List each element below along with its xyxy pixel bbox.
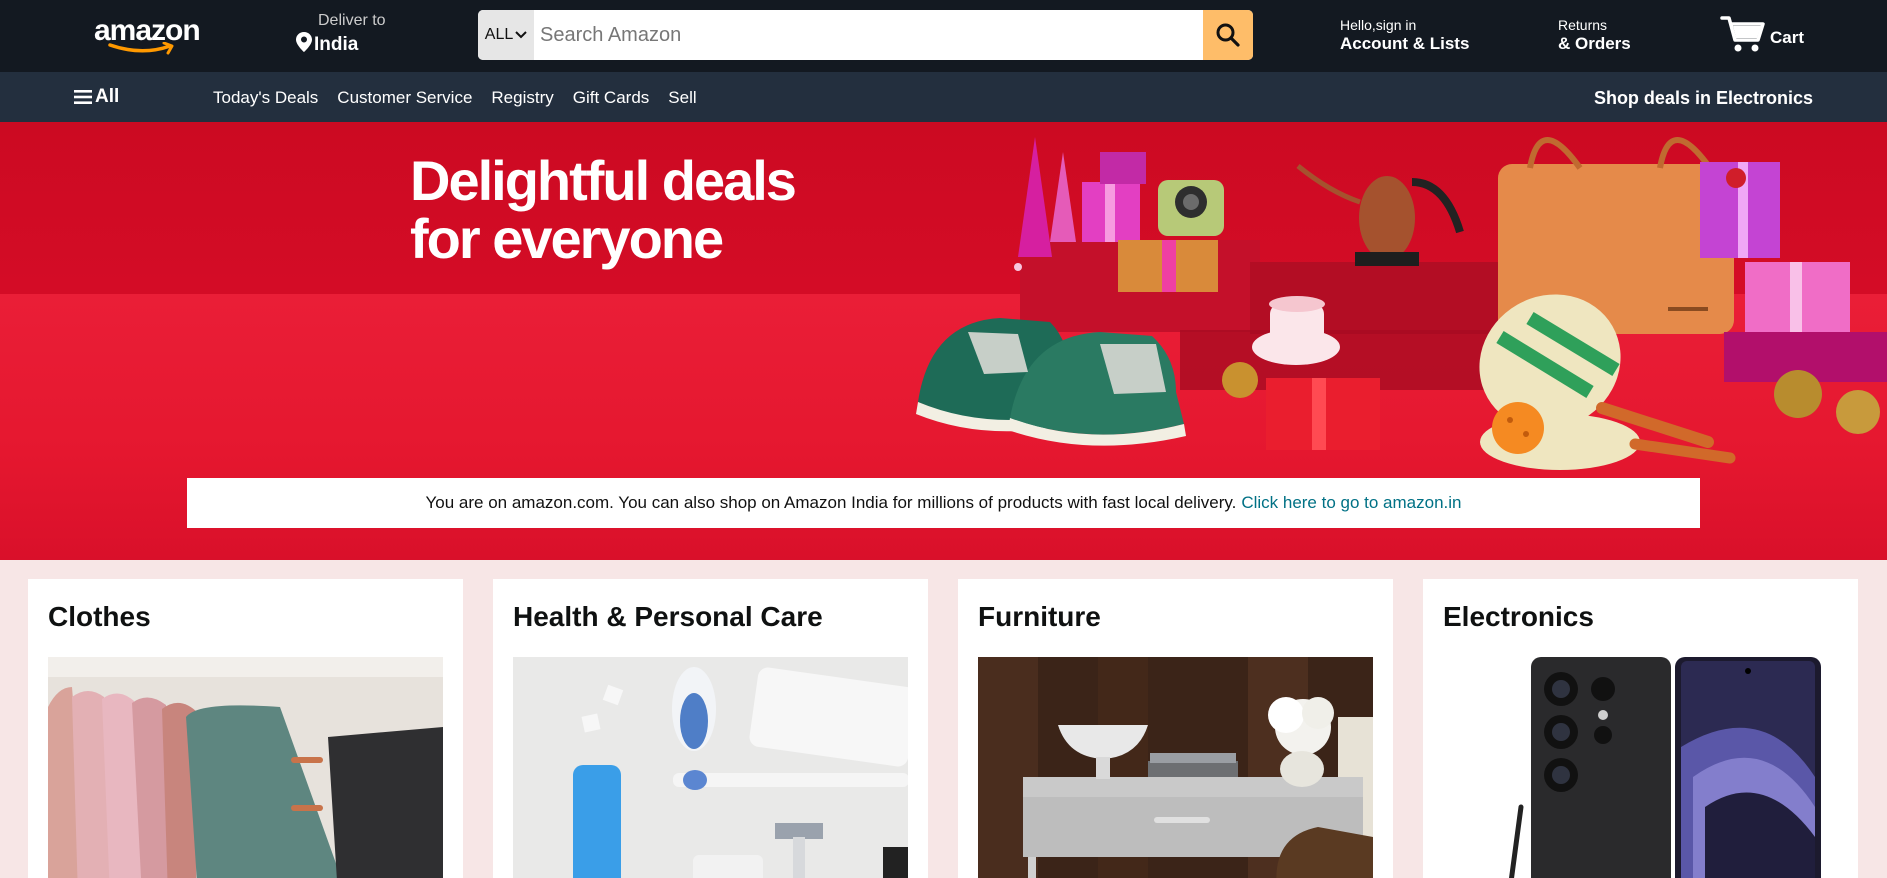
card-title: Furniture bbox=[978, 601, 1101, 632]
hero-headline-line1: Delightful deals bbox=[410, 149, 797, 212]
search-category-select[interactable]: ALL bbox=[478, 10, 534, 60]
clothes-image[interactable] bbox=[48, 657, 443, 878]
search-category-label: ALL bbox=[484, 26, 514, 43]
amazon-in-link[interactable]: Click here to go to amazon.in bbox=[1241, 493, 1461, 513]
deliver-to[interactable]: Deliver to India bbox=[296, 12, 386, 58]
hero-banner[interactable]: Delightful deals for everyone You are on… bbox=[0, 122, 1887, 560]
deliver-location: India bbox=[314, 34, 359, 55]
subnav-item-customer-service[interactable]: Customer Service bbox=[337, 88, 472, 108]
category-card-furniture[interactable]: Furniture bbox=[958, 579, 1393, 878]
category-card-clothes[interactable]: Clothes bbox=[28, 579, 463, 878]
category-card-electronics[interactable]: Electronics bbox=[1423, 579, 1858, 878]
cart-icon bbox=[1720, 16, 1765, 52]
returns-orders[interactable]: Returns & Orders bbox=[1558, 17, 1631, 54]
account-label: Account & Lists bbox=[1340, 34, 1470, 53]
card-title: Health & Personal Care bbox=[513, 601, 823, 632]
health-personal-care-image[interactable] bbox=[513, 657, 908, 878]
logo-smile-icon bbox=[108, 42, 174, 55]
search-button[interactable] bbox=[1203, 10, 1253, 60]
locale-notice-text: You are on amazon.com. You can also shop… bbox=[425, 493, 1237, 512]
search-icon bbox=[1216, 23, 1240, 47]
cart-button[interactable]: Cart bbox=[1720, 14, 1804, 54]
deliver-location-row: India bbox=[296, 32, 386, 58]
all-menu-button[interactable]: All bbox=[74, 86, 119, 108]
account-greeting: Hello,sign in bbox=[1340, 17, 1417, 33]
furniture-image[interactable] bbox=[978, 657, 1373, 878]
returns-label: Returns bbox=[1558, 17, 1608, 33]
search-input[interactable] bbox=[534, 10, 1203, 60]
search-bar: ALL bbox=[478, 10, 1253, 60]
subnav-item-todays-deals[interactable]: Today's Deals bbox=[213, 88, 318, 108]
subnav-item-registry[interactable]: Registry bbox=[491, 88, 553, 108]
deliver-label: Deliver to bbox=[318, 12, 386, 29]
card-title: Electronics bbox=[1443, 601, 1594, 632]
category-card-health[interactable]: Health & Personal Care bbox=[493, 579, 928, 878]
sub-nav: All Today's Deals Customer Service Regis… bbox=[0, 72, 1887, 122]
orders-label: & Orders bbox=[1558, 34, 1631, 53]
card-title: Clothes bbox=[48, 601, 151, 632]
location-pin-icon bbox=[296, 32, 314, 58]
all-menu-label: All bbox=[95, 86, 120, 107]
electronics-image[interactable] bbox=[1443, 657, 1838, 878]
chevron-down-icon bbox=[515, 31, 527, 39]
hero-headline: Delightful deals for everyone bbox=[410, 152, 930, 268]
subnav-item-sell[interactable]: Sell bbox=[668, 88, 696, 108]
account-lists[interactable]: Hello,sign in Account & Lists bbox=[1340, 17, 1469, 54]
subnav-menu: Today's Deals Customer Service Registry … bbox=[213, 88, 697, 108]
hamburger-icon bbox=[74, 90, 92, 104]
top-nav: amazon Deliver to India ALL Hello,sign i… bbox=[0, 0, 1887, 72]
cart-label: Cart bbox=[1770, 28, 1805, 47]
hero-headline-line2: for everyone bbox=[410, 207, 724, 270]
locale-notice: You are on amazon.com. You can also shop… bbox=[187, 478, 1700, 528]
amazon-logo[interactable]: amazon bbox=[94, 16, 204, 58]
subnav-item-gift-cards[interactable]: Gift Cards bbox=[573, 88, 650, 108]
hero-gifts-image bbox=[916, 137, 1887, 470]
electronics-deals-link[interactable]: Shop deals in Electronics bbox=[1594, 88, 1813, 109]
